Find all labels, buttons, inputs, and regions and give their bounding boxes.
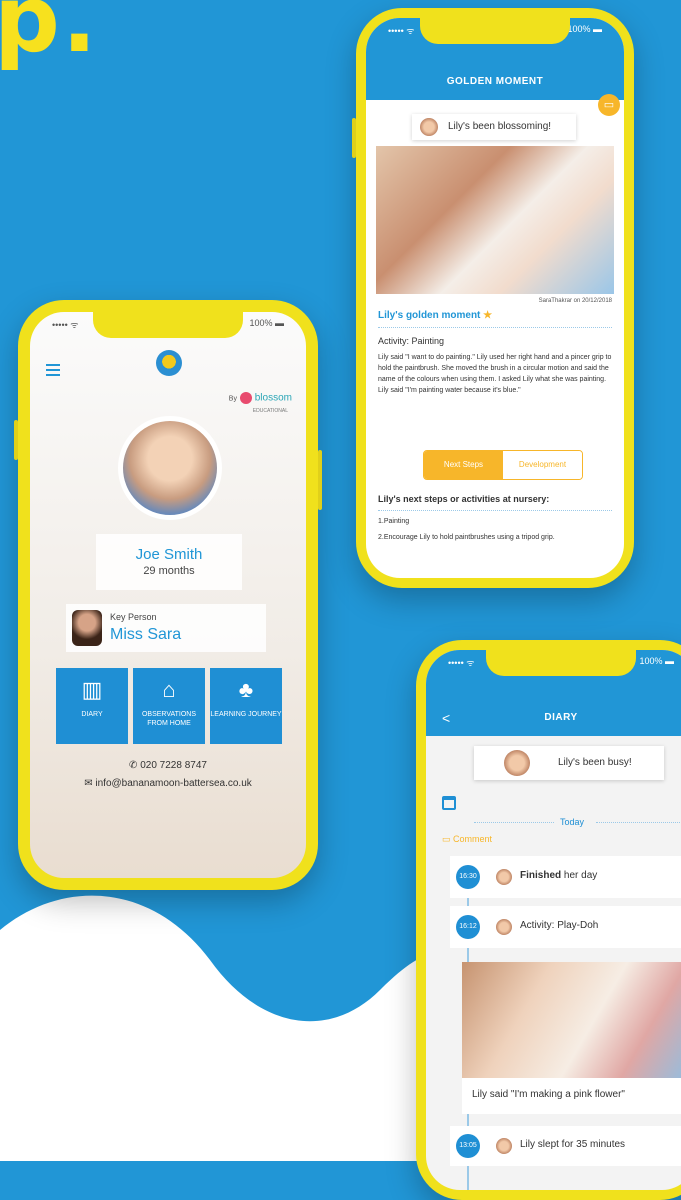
battery-indicator: 100% ▬	[249, 318, 284, 328]
house-icon: ⌂	[162, 677, 176, 702]
contact-email[interactable]: ✉ info@bananamoon-battersea.co.uk	[30, 778, 306, 789]
battery-indicator: 100% ▬	[639, 656, 674, 666]
side-button	[318, 450, 322, 510]
tab-switcher: Next Steps Development	[423, 450, 583, 480]
time-badge: 16:30	[456, 865, 480, 889]
comment-icon: ▭	[442, 834, 454, 844]
next-steps-title: Lily's next steps or activities at nurse…	[378, 494, 550, 504]
key-person-avatar	[72, 610, 102, 646]
next-step-item: 1.Painting	[378, 518, 410, 525]
child-avatar	[496, 919, 512, 935]
child-avatar	[496, 869, 512, 885]
summary-banner: Lily's been busy!	[474, 746, 664, 780]
tile-diary[interactable]: ▥ DIARY	[56, 668, 128, 744]
summary-banner: Lily's been blossoming!	[412, 114, 576, 140]
moment-description: Lily said "I want to do painting." Lily …	[378, 354, 612, 394]
phone-diary: ••••• ᯤ 100% ▬ < DIARY Lily's been busy!…	[416, 640, 681, 1200]
summary-text: Lily's been blossoming!	[448, 121, 552, 132]
summary-text: Lily's been busy!	[558, 757, 632, 768]
divider	[474, 822, 554, 823]
child-name: Joe Smith	[135, 546, 203, 563]
golden-moment-screen: ••••• ᯤ 100% ▬ GOLDEN MOMENT ▭ Lily's be…	[366, 18, 624, 578]
chat-bubble-icon[interactable]: ▭	[598, 94, 620, 116]
blossom-logo-icon	[239, 392, 252, 404]
photo-caption-card: Lily said "I'm making a pink flower"	[462, 1078, 681, 1114]
activity-photo	[462, 962, 681, 1078]
photo-credit: SaraThakrar on 20/12/2018	[538, 298, 612, 304]
timeline-entry[interactable]: 16:12 Activity: Play-Doh	[450, 906, 681, 948]
child-avatar	[118, 416, 222, 520]
tile-learning-journey[interactable]: ♣ LEARNING JOURNEY	[210, 668, 282, 744]
child-avatar	[496, 1138, 512, 1154]
notch	[93, 312, 243, 338]
photo-caption: Lily said "I'm making a pink flower"	[472, 1089, 625, 1100]
phone-profile: ••••• ᯤ 100% ▬ By blossom EDUCATIONAL Jo…	[14, 300, 322, 890]
mail-icon: ✉	[84, 778, 96, 789]
tree-icon: ♣	[238, 677, 254, 702]
key-person-card[interactable]: Key Person Miss Sara	[66, 604, 266, 652]
notebook-icon: ▥	[81, 677, 103, 702]
entry-text: Lily slept for 35 minutes	[520, 1139, 626, 1150]
back-button[interactable]: <	[442, 710, 451, 726]
blossom-brand: By blossom EDUCATIONAL	[228, 392, 292, 414]
calendar-icon[interactable]	[442, 796, 456, 810]
battery-indicator: 100% ▬	[567, 24, 602, 34]
side-button	[14, 420, 18, 460]
next-step-item: 2.Encourage Lily to hold paintbrushes us…	[378, 534, 555, 541]
child-age: 29 months	[143, 565, 195, 577]
divider	[596, 822, 681, 823]
tab-next-steps[interactable]: Next Steps	[424, 451, 503, 479]
signal-indicator: ••••• ᯤ	[388, 26, 415, 36]
child-avatar	[504, 750, 530, 776]
headline: p.	[0, 0, 99, 73]
nursery-logo	[156, 350, 182, 376]
tile-observations[interactable]: ⌂ OBSERVATIONS FROM HOME	[133, 668, 205, 744]
nav-tiles: ▥ DIARY ⌂ OBSERVATIONS FROM HOME ♣ LEARN…	[56, 668, 282, 744]
moment-photo	[376, 146, 614, 294]
phone-golden-moment: ••••• ᯤ 100% ▬ GOLDEN MOMENT ▭ Lily's be…	[352, 8, 634, 588]
timeline-entry[interactable]: 16:30 Finished her day	[450, 856, 681, 898]
child-avatar	[420, 118, 438, 136]
divider	[378, 327, 612, 328]
time-badge: 13:05	[456, 1134, 480, 1158]
signal-indicator: ••••• ᯤ	[448, 658, 475, 668]
child-card: Joe Smith 29 months	[96, 534, 242, 590]
signal-indicator: ••••• ᯤ	[52, 320, 79, 330]
notch	[486, 650, 636, 676]
moment-title: Lily's golden moment ★	[378, 310, 493, 321]
phone-icon: ✆	[129, 760, 141, 771]
star-icon: ★	[483, 310, 493, 321]
tab-development[interactable]: Development	[503, 451, 582, 479]
key-person-name: Miss Sara	[110, 626, 182, 643]
diary-screen: ••••• ᯤ 100% ▬ < DIARY Lily's been busy!…	[426, 650, 681, 1190]
notch	[420, 18, 570, 44]
menu-icon[interactable]	[46, 364, 60, 379]
timeline-entry[interactable]: 13:05 Lily slept for 35 minutes	[450, 1126, 681, 1166]
side-button	[352, 118, 356, 158]
divider	[378, 510, 612, 511]
contact-phone[interactable]: ✆ 020 7228 8747	[30, 760, 306, 771]
activity-label: Activity: Painting	[378, 336, 445, 346]
profile-screen: ••••• ᯤ 100% ▬ By blossom EDUCATIONAL Jo…	[30, 312, 306, 878]
today-label: Today	[560, 817, 585, 827]
entry-text: Activity: Play-Doh	[520, 920, 599, 931]
comment-button[interactable]: ▭ Comment	[442, 834, 492, 845]
key-person-label: Key Person	[110, 612, 157, 622]
time-badge: 16:12	[456, 915, 480, 939]
